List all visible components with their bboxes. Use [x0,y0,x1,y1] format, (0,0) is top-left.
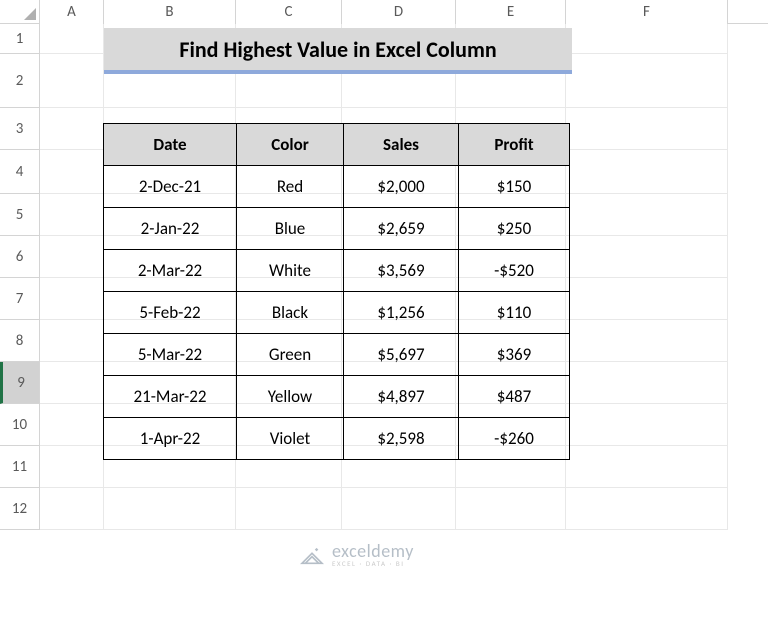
cell-date[interactable]: 1-Apr-22 [103,417,237,460]
watermark-brand: exceldemy [332,542,414,560]
cell-A1[interactable] [40,24,104,54]
row-header-2[interactable]: 2 [0,54,40,108]
cell-F5[interactable] [566,194,728,236]
cell-date[interactable]: 2-Mar-22 [103,249,237,292]
table-row: 2-Jan-22Blue$2,659$250 [104,208,572,250]
cell-A9[interactable] [40,362,104,404]
cell-color[interactable]: Blue [236,207,344,250]
row-header-12[interactable]: 12 [0,488,40,530]
cell-profit[interactable]: $250 [458,207,570,250]
cell-sales[interactable]: $3,569 [343,249,459,292]
cell-color[interactable]: Green [236,333,344,376]
cell-date[interactable]: 21-Mar-22 [103,375,237,418]
cell-F7[interactable] [566,278,728,320]
cell-sales[interactable]: $2,598 [343,417,459,460]
cell-profit[interactable]: $150 [458,165,570,208]
cell-A11[interactable] [40,446,104,488]
cell-sales[interactable]: $4,897 [343,375,459,418]
cell-sales[interactable]: $2,659 [343,207,459,250]
cell-color[interactable]: Violet [236,417,344,460]
cell-date[interactable]: 5-Feb-22 [103,291,237,334]
cell-A10[interactable] [40,404,104,446]
watermark-tagline: EXCEL · DATA · BI [332,560,414,567]
table-row: 5-Mar-22Green$5,697$369 [104,334,572,376]
header-sales[interactable]: Sales [343,123,459,166]
cell-color[interactable]: White [236,249,344,292]
title-text: Find Highest Value in Excel Column [179,36,496,63]
cell-color[interactable]: Red [236,165,344,208]
title-merged-cell[interactable]: Find Highest Value in Excel Column [104,28,572,74]
row-header-11[interactable]: 11 [0,446,40,488]
cell-E12[interactable] [456,488,566,530]
cell-sales[interactable]: $1,256 [343,291,459,334]
cell-profit[interactable]: $110 [458,291,570,334]
cell-profit[interactable]: $487 [458,375,570,418]
watermark-text: exceldemy EXCEL · DATA · BI [332,542,414,567]
cell-F11[interactable] [566,446,728,488]
table-row: 2-Dec-21Red$2,000$150 [104,166,572,208]
row-header-9[interactable]: 9 [0,362,40,404]
cell-A8[interactable] [40,320,104,362]
cell-A3[interactable] [40,108,104,150]
cell-date[interactable]: 5-Mar-22 [103,333,237,376]
cell-color[interactable]: Black [236,291,344,334]
cell-A12[interactable] [40,488,104,530]
cell-D12[interactable] [342,488,456,530]
row-header-4[interactable]: 4 [0,150,40,194]
cell-F8[interactable] [566,320,728,362]
cell-profit[interactable]: -$260 [458,417,570,460]
row-header-1[interactable]: 1 [0,24,40,54]
column-header-f[interactable]: F [566,0,728,24]
cell-A2[interactable] [40,54,104,108]
cell-A5[interactable] [40,194,104,236]
cell-C12[interactable] [236,488,342,530]
table-row: 5-Feb-22Black$1,256$110 [104,292,572,334]
header-color[interactable]: Color [236,123,344,166]
column-header-a[interactable]: A [40,0,104,24]
column-header-e[interactable]: E [456,0,566,24]
cell-profit[interactable]: -$520 [458,249,570,292]
cell-A4[interactable] [40,150,104,194]
cell-F2[interactable] [566,54,728,108]
cell-date[interactable]: 2-Jan-22 [103,207,237,250]
row-header-10[interactable]: 10 [0,404,40,446]
watermark: exceldemy EXCEL · DATA · BI [300,542,414,567]
column-header-c[interactable]: C [236,0,342,24]
table-row: 2-Mar-22White$3,569-$520 [104,250,572,292]
cell-A7[interactable] [40,278,104,320]
cell-F10[interactable] [566,404,728,446]
cell-F9[interactable] [566,362,728,404]
table-row: 21-Mar-22Yellow$4,897$487 [104,376,572,418]
row-header-3[interactable]: 3 [0,108,40,150]
cell-B12[interactable] [104,488,236,530]
select-all-button[interactable] [0,0,40,24]
cell-date[interactable]: 2-Dec-21 [103,165,237,208]
row-header-5[interactable]: 5 [0,194,40,236]
row-header-8[interactable]: 8 [0,320,40,362]
cell-F1[interactable] [566,24,728,54]
cell-F12[interactable] [566,488,728,530]
cell-color[interactable]: Yellow [236,375,344,418]
column-headers: ABCDEF [40,0,768,24]
table-header-row: Date Color Sales Profit [104,124,572,166]
cell-profit[interactable]: $369 [458,333,570,376]
row-header-7[interactable]: 7 [0,278,40,320]
cell-F6[interactable] [566,236,728,278]
column-header-d[interactable]: D [342,0,456,24]
cell-A6[interactable] [40,236,104,278]
row-headers: 123456789101112 [0,24,40,530]
table-row: 1-Apr-22Violet$2,598-$260 [104,418,572,460]
cell-sales[interactable]: $2,000 [343,165,459,208]
column-header-b[interactable]: B [104,0,236,24]
row-header-6[interactable]: 6 [0,236,40,278]
data-table: Date Color Sales Profit 2-Dec-21Red$2,00… [104,124,572,460]
header-date[interactable]: Date [103,123,237,166]
header-profit[interactable]: Profit [458,123,570,166]
cell-sales[interactable]: $5,697 [343,333,459,376]
cell-F3[interactable] [566,108,728,150]
cell-F4[interactable] [566,150,728,194]
exceldemy-logo-icon [300,545,324,565]
